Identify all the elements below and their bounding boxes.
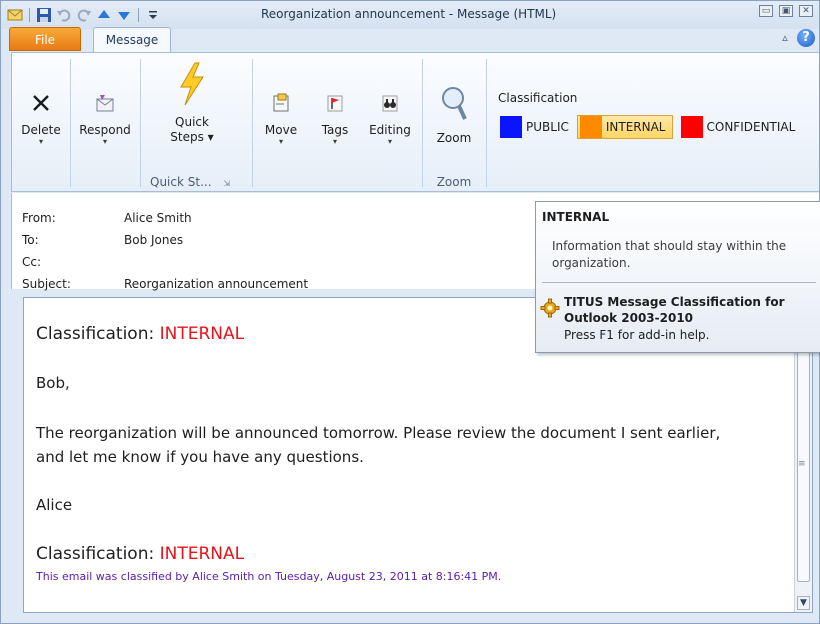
window-controls: ▭ ▣ ✕ (759, 5, 813, 17)
window-title: Reorganization announcement - Message (H… (261, 7, 557, 21)
quick-access-toolbar (7, 6, 161, 24)
move-icon (273, 93, 289, 112)
tooltip-description: Information that should stay within the … (552, 239, 787, 270)
customize-toolbar-icon[interactable] (145, 7, 161, 23)
from-label: From: (22, 211, 56, 225)
classification-confidential[interactable]: CONFIDENTIAL (680, 115, 795, 139)
quick-steps-label-1: Quick (175, 115, 209, 129)
zoom-group-label: Zoom (436, 175, 472, 189)
classification-internal[interactable]: INTERNAL (576, 115, 673, 139)
envelope-icon (7, 9, 23, 21)
tags-button[interactable]: Tags ▾ (312, 87, 358, 147)
flag-icon (327, 95, 343, 112)
quick-steps-button[interactable]: Quick Steps ▾ (152, 59, 232, 144)
respond-button[interactable]: Respond ▾ (74, 87, 136, 147)
move-label: Move (264, 123, 298, 137)
move-button[interactable]: Move ▾ (256, 87, 306, 147)
signoff: Alice (36, 496, 73, 514)
classification-tooltip: INTERNAL Information that should stay wi… (535, 201, 820, 353)
classification-banner-bottom: Classification: INTERNAL (36, 544, 245, 564)
editing-button[interactable]: Editing ▾ (364, 87, 416, 147)
to-value[interactable]: Bob Jones (124, 233, 183, 247)
save-icon[interactable] (36, 7, 52, 23)
scroll-down-arrow[interactable]: ▼ (797, 596, 810, 610)
quick-steps-label-2: Steps (170, 130, 204, 144)
zoom-button[interactable]: Zoom (428, 83, 480, 145)
close-button[interactable]: ✕ (799, 5, 813, 17)
tooltip-help: Press F1 for add-in help. (564, 328, 710, 342)
body-line-2: and let me know if you have any question… (36, 448, 364, 466)
restore-button[interactable]: ▣ (779, 5, 793, 17)
tooltip-title: INTERNAL (542, 210, 610, 224)
minimize-ribbon-icon[interactable]: ▵ (779, 32, 791, 44)
editing-label: Editing (369, 123, 411, 137)
delete-label: Delete (21, 123, 61, 137)
delete-button[interactable]: Delete ▾ (16, 87, 66, 147)
subject-value: Reorganization announcement (124, 277, 309, 291)
cc-label: Cc: (22, 255, 42, 269)
classification-public[interactable]: PUBLIC (500, 115, 569, 139)
to-label: To: (22, 233, 39, 247)
dialog-launcher-icon[interactable]: ⇲ (223, 179, 230, 188)
classification-footer: This email was classified by Alice Smith… (36, 570, 502, 583)
scroll-grip-icon: ≡ (798, 459, 806, 469)
classification-banner-top: Classification: INTERNAL (36, 324, 245, 344)
classification-title: Classification (498, 91, 578, 105)
subject-label: Subject: (22, 277, 71, 291)
delete-icon (33, 95, 49, 111)
greeting: Bob, (36, 374, 70, 392)
ribbon-tabs: File Message ▵ ? (1, 27, 819, 53)
tab-file[interactable]: File (9, 27, 81, 51)
gear-icon (540, 298, 560, 318)
internal-swatch (579, 116, 602, 138)
body-line-1: The reorganization will be announced tom… (36, 424, 721, 442)
quick-steps-group-label: Quick St... ⇲ (150, 175, 231, 189)
outlook-message-window: Reorganization announcement - Message (H… (0, 0, 820, 624)
minimize-button[interactable]: ▭ (759, 5, 773, 17)
help-icon[interactable]: ? (797, 29, 815, 47)
tab-message[interactable]: Message (93, 27, 171, 53)
redo-icon[interactable] (76, 7, 92, 23)
tags-label: Tags (321, 123, 349, 137)
public-swatch (500, 116, 522, 138)
undo-icon[interactable] (56, 7, 72, 23)
magnifier-icon (442, 87, 467, 120)
lightning-icon (180, 62, 204, 106)
previous-item-icon[interactable] (96, 7, 112, 23)
zoom-label: Zoom (436, 131, 472, 145)
title-bar: Reorganization announcement - Message (H… (1, 1, 819, 29)
respond-label: Respond (79, 123, 131, 137)
ribbon: Delete ▾ Respond ▾ Quick Steps ▾ Quick S… (11, 52, 819, 192)
respond-icon (96, 95, 114, 112)
binoculars-icon (382, 95, 398, 112)
confidential-swatch (680, 116, 703, 138)
next-item-icon[interactable] (116, 7, 132, 23)
tooltip-addin-name: TITUS Message Classification for Outlook… (564, 295, 785, 325)
from-value[interactable]: Alice Smith (124, 211, 192, 225)
classification-options: PUBLIC INTERNAL CONFIDENTIAL (500, 115, 803, 139)
